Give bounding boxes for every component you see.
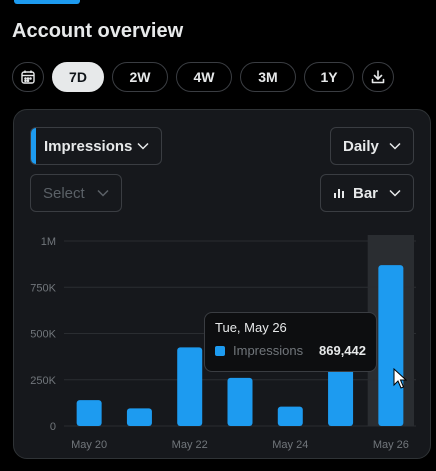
bar-may-20[interactable] [76,400,102,426]
chart-type-value: Bar [353,184,379,202]
y-tick-label: 0 [50,421,56,433]
x-tick-label: May 26 [373,439,409,451]
chevron-down-icon [97,189,109,197]
range-3m-button[interactable]: 3M [240,62,296,92]
bar-chart-icon [333,187,345,199]
period-select-value: Daily [343,137,379,155]
y-tick-label: 500K [30,329,56,341]
compare-select-placeholder: Select [43,184,85,202]
chart-card: 0 250K 500K 750K 1M May 20 May 22 May 24 May 26 … [13,109,431,459]
range-7d-button[interactable]: 7D [52,62,104,92]
y-tick-label: 750K [30,282,56,294]
x-tick-label: May 22 [172,439,208,451]
period-select[interactable]: Daily [330,127,414,165]
tooltip-series-swatch [215,345,225,356]
range-2w-button[interactable]: 2W [112,62,168,92]
x-tick-label: May 20 [71,439,107,451]
calendar-button[interactable] [12,62,44,92]
download-button[interactable] [362,62,394,92]
tooltip-value: 869,442 [319,343,366,358]
bar-may-21[interactable] [126,408,152,426]
chevron-down-icon [137,142,149,150]
mouse-pointer-icon [393,367,408,395]
metric-select-value: Impressions [44,137,133,155]
page-title: Account overview [12,20,184,42]
tooltip-date: Tue, May 26 [215,320,287,335]
bar-may-23[interactable] [227,377,253,426]
x-tick-label: May 24 [272,439,308,451]
range-1y-button[interactable]: 1Y [304,62,354,92]
chevron-down-icon [389,142,401,150]
y-tick-label: 1M [41,236,56,248]
chart-tooltip: Tue, May 26 Impressions 869,442 [204,312,377,372]
chart-type-select[interactable]: Bar [320,174,414,212]
bar-may-24[interactable] [277,406,303,426]
metric-select[interactable]: Impressions [30,127,162,165]
metric-color-indicator [31,128,36,164]
active-tab-indicator [14,0,80,4]
calendar-icon [20,69,36,85]
download-icon [370,69,386,85]
range-4w-button[interactable]: 4W [176,62,232,92]
y-tick-label: 250K [30,375,56,387]
chevron-down-icon [389,189,401,197]
bar-may-26[interactable] [378,265,404,426]
tooltip-series-name: Impressions [233,343,304,358]
compare-metric-select[interactable]: Select [30,174,122,212]
bar-may-22[interactable] [177,347,203,426]
